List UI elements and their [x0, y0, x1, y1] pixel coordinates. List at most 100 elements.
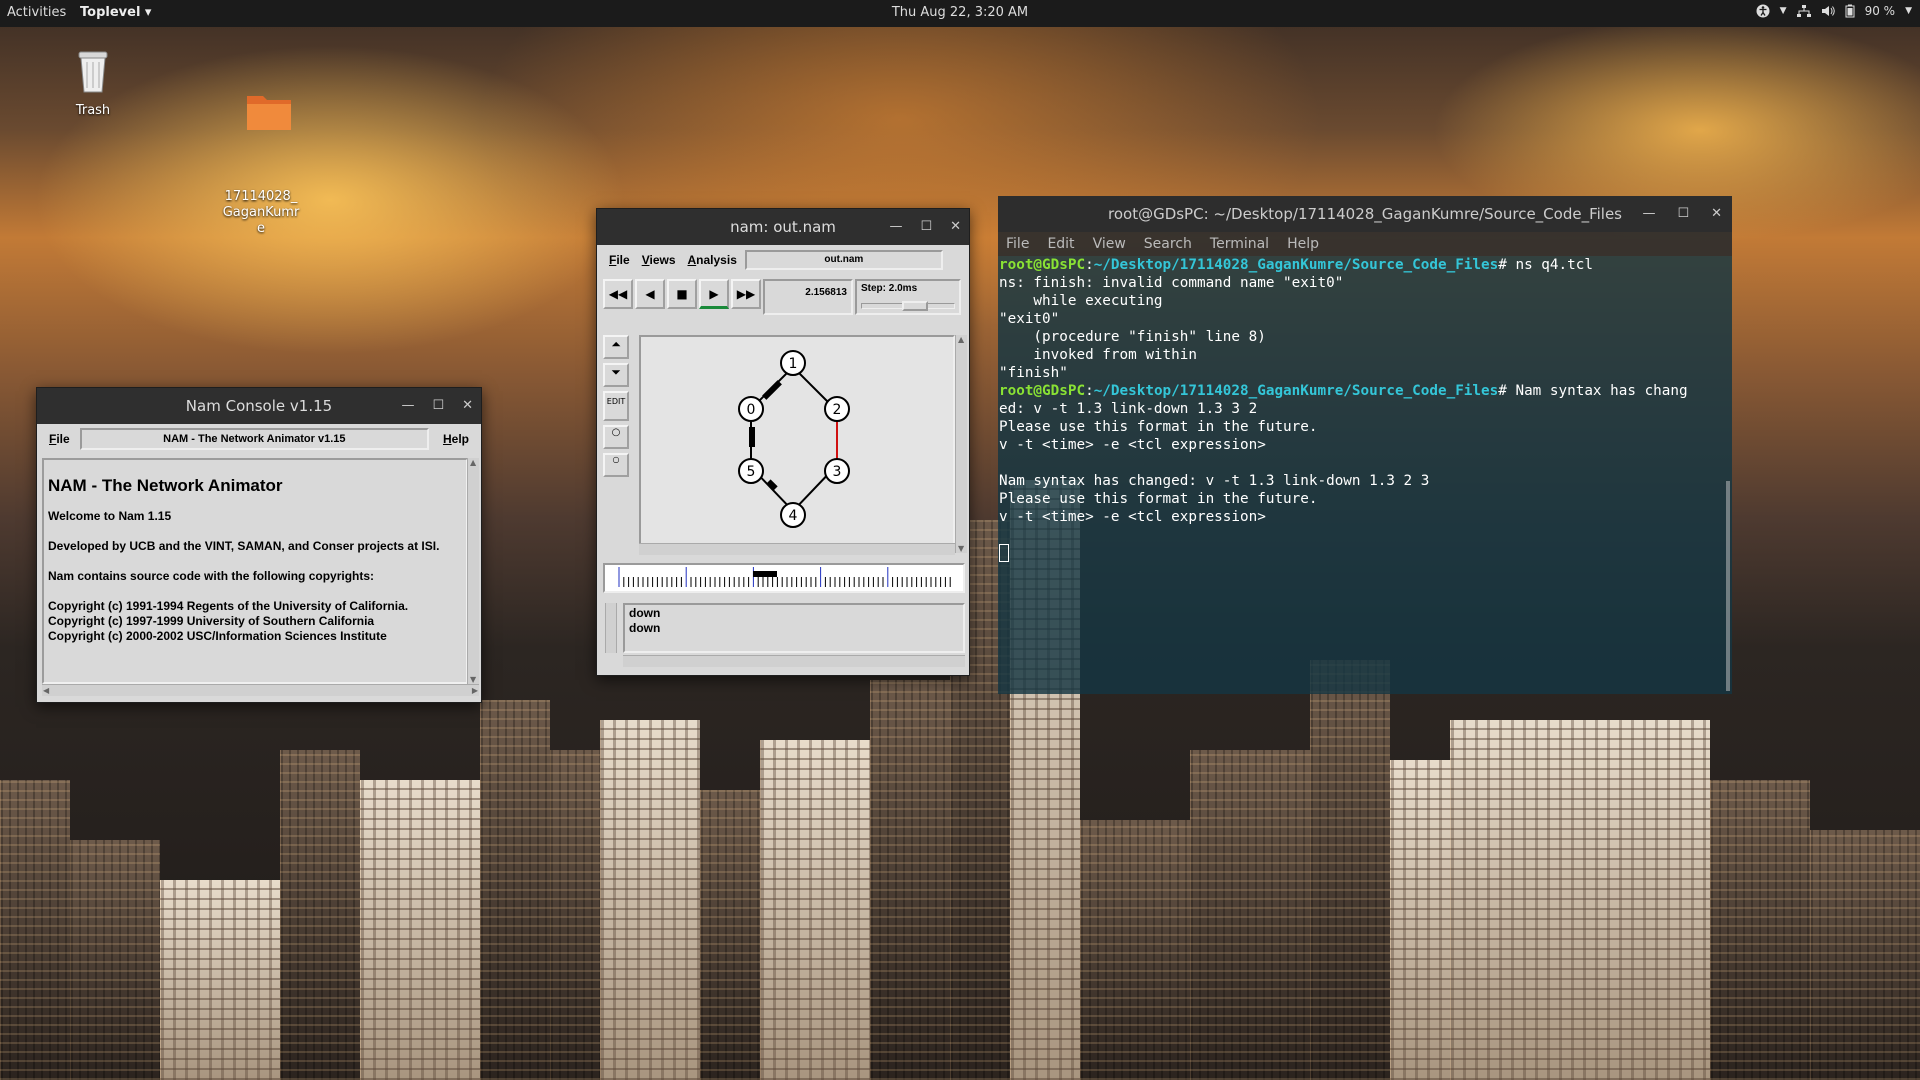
timeline-handle[interactable]	[753, 571, 777, 577]
edit-button[interactable]: EDIT	[603, 391, 629, 421]
node-3[interactable]: 3	[824, 458, 850, 484]
small-circle-tool-icon[interactable]: ○	[603, 453, 629, 477]
play-forward-icon[interactable]: ▶	[699, 279, 729, 309]
chevron-down-icon: ▼	[1779, 6, 1787, 16]
svg-text:0: 0	[747, 402, 756, 418]
node-5[interactable]: 5	[738, 458, 764, 484]
desktop-icon-folder[interactable]: 17114028_ GaganKumr e	[216, 42, 306, 253]
terminal-scrollbar[interactable]	[1726, 481, 1730, 691]
scroll-down-icon[interactable]: ▼	[958, 544, 964, 553]
scroll-down-icon[interactable]: ▼	[470, 675, 476, 684]
desktop-icon-label: Trash	[75, 103, 111, 118]
rewind-icon[interactable]: ◀◀	[603, 279, 633, 309]
canvas-vertical-scrollbar[interactable]: ▲ ▼	[955, 335, 967, 553]
terminal-line: Please use this format in the future.	[999, 419, 1318, 435]
volume-icon[interactable]	[1821, 4, 1835, 18]
nam-main-menubar: File Views Analysis out.nam	[597, 245, 969, 275]
node-2[interactable]: 2	[824, 396, 850, 422]
folder-icon	[216, 74, 306, 153]
console-title-field: NAM - The Network Animator v1.15	[79, 428, 429, 450]
menu-file[interactable]: File	[603, 253, 636, 267]
nam-console-titlebar[interactable]: Nam Console v1.15 — ☐ ✕	[37, 388, 481, 424]
terminal-line: (procedure "finish" line 8)	[999, 329, 1266, 345]
playback-toolbar: ◀◀ ◀ ■ ▶ ▶▶ 2.156813 Step: 2.0ms	[603, 279, 965, 319]
packet-marker	[762, 380, 782, 400]
terminal-menubar: File Edit View Search Terminal Help	[998, 232, 1732, 256]
zoom-in-icon[interactable]: ⏶	[603, 335, 629, 359]
fast-forward-icon[interactable]: ▶▶	[731, 279, 761, 309]
log-horizontal-scrollbar[interactable]	[623, 655, 965, 667]
system-tray[interactable]: ▼ 90 % ▼	[1756, 4, 1912, 18]
menu-file[interactable]: File	[1006, 236, 1029, 252]
slider-handle[interactable]	[902, 301, 928, 311]
time-display: 2.156813	[763, 279, 853, 315]
svg-text:5: 5	[747, 464, 756, 480]
menu-file[interactable]: File	[43, 432, 76, 446]
menu-terminal[interactable]: Terminal	[1210, 236, 1269, 252]
menu-help[interactable]: Help	[1287, 236, 1319, 252]
svg-text:1: 1	[789, 356, 798, 372]
scroll-up-icon[interactable]: ▲	[958, 335, 964, 344]
trash-icon	[48, 46, 138, 99]
edit-toolbar: ⏶ ⏷ EDIT ○ ○	[603, 335, 633, 561]
menu-view[interactable]: View	[1093, 236, 1126, 252]
minimize-icon[interactable]: —	[1642, 206, 1655, 221]
stop-icon[interactable]: ■	[667, 279, 697, 309]
nam-main-window: nam: out.nam — ☐ ✕ File Views Analysis o…	[596, 208, 970, 676]
play-backward-icon[interactable]: ◀	[635, 279, 665, 309]
battery-icon[interactable]	[1845, 4, 1855, 18]
step-label: Step: 2.0ms	[861, 283, 918, 294]
menu-analysis[interactable]: Analysis	[682, 253, 743, 267]
scroll-right-icon[interactable]: ▶	[472, 686, 478, 695]
terminal-line: Nam syntax has changed: v -t 1.3 link-do…	[999, 473, 1430, 489]
maximize-icon[interactable]: ☐	[432, 398, 444, 413]
packet-marker	[766, 479, 778, 491]
close-icon[interactable]: ✕	[950, 219, 961, 234]
console-vertical-scrollbar[interactable]: ▲ ▼	[467, 458, 479, 684]
event-log[interactable]: down down	[623, 603, 965, 653]
step-slider-track[interactable]	[861, 301, 955, 311]
network-icon[interactable]	[1796, 4, 1811, 18]
terminal-titlebar[interactable]: root@GDsPC: ~/Desktop/17114028_GaganKumr…	[998, 196, 1732, 232]
scroll-left-icon[interactable]: ◀	[43, 686, 49, 695]
node-1[interactable]: 1	[780, 350, 806, 376]
packet-marker	[749, 427, 755, 447]
timeline-slider[interactable]	[603, 563, 965, 593]
close-icon[interactable]: ✕	[1711, 206, 1722, 221]
menu-views[interactable]: Views	[636, 253, 682, 267]
menu-edit[interactable]: Edit	[1047, 236, 1074, 252]
console-line: Copyright (c) 2000-2002 USC/Information …	[48, 629, 387, 643]
menu-help[interactable]: Help	[437, 432, 475, 446]
close-icon[interactable]: ✕	[462, 398, 473, 413]
nam-main-titlebar[interactable]: nam: out.nam — ☐ ✕	[597, 209, 969, 245]
zoom-out-icon[interactable]: ⏷	[603, 363, 629, 387]
canvas-horizontal-scrollbar[interactable]	[639, 543, 955, 555]
clock[interactable]: Thu Aug 22, 3:20 AM	[0, 5, 1920, 20]
node-4[interactable]: 4	[780, 502, 806, 528]
maximize-icon[interactable]: ☐	[1677, 206, 1689, 221]
minimize-icon[interactable]: —	[401, 398, 414, 413]
svg-text:4: 4	[789, 508, 798, 524]
console-text-area[interactable]: NAM - The Network Animator Welcome to Na…	[42, 458, 468, 684]
console-horizontal-scrollbar[interactable]: ◀ ▶	[42, 684, 479, 696]
minimize-icon[interactable]: —	[889, 219, 902, 234]
scroll-up-icon[interactable]: ▲	[470, 458, 476, 467]
maximize-icon[interactable]: ☐	[920, 219, 932, 234]
terminal-output[interactable]: root@GDsPC:~/Desktop/17114028_GaganKumre…	[998, 256, 1732, 694]
topology-canvas[interactable]: 1 0 2 5 3 4	[639, 335, 955, 553]
chevron-down-icon: ▼	[1905, 6, 1912, 16]
desktop-icon-trash[interactable]: Trash	[48, 46, 138, 119]
node-0[interactable]: 0	[738, 396, 764, 422]
step-slider[interactable]: Step: 2.0ms	[855, 279, 961, 315]
nam-console-menubar: File NAM - The Network Animator v1.15 He…	[37, 424, 481, 454]
log-vertical-scrollbar[interactable]	[605, 603, 617, 653]
window-title: root@GDsPC: ~/Desktop/17114028_GaganKumr…	[1108, 205, 1622, 223]
nam-console-window: Nam Console v1.15 — ☐ ✕ File NAM - The N…	[36, 387, 482, 703]
svg-text:2: 2	[833, 402, 842, 418]
terminal-line: root@GDsPC:~/Desktop/17114028_GaganKumre…	[999, 257, 1593, 273]
terminal-line: invoked from within	[999, 347, 1197, 363]
accessibility-icon[interactable]	[1756, 4, 1770, 18]
circle-tool-icon[interactable]: ○	[603, 425, 629, 449]
menu-search[interactable]: Search	[1144, 236, 1192, 252]
